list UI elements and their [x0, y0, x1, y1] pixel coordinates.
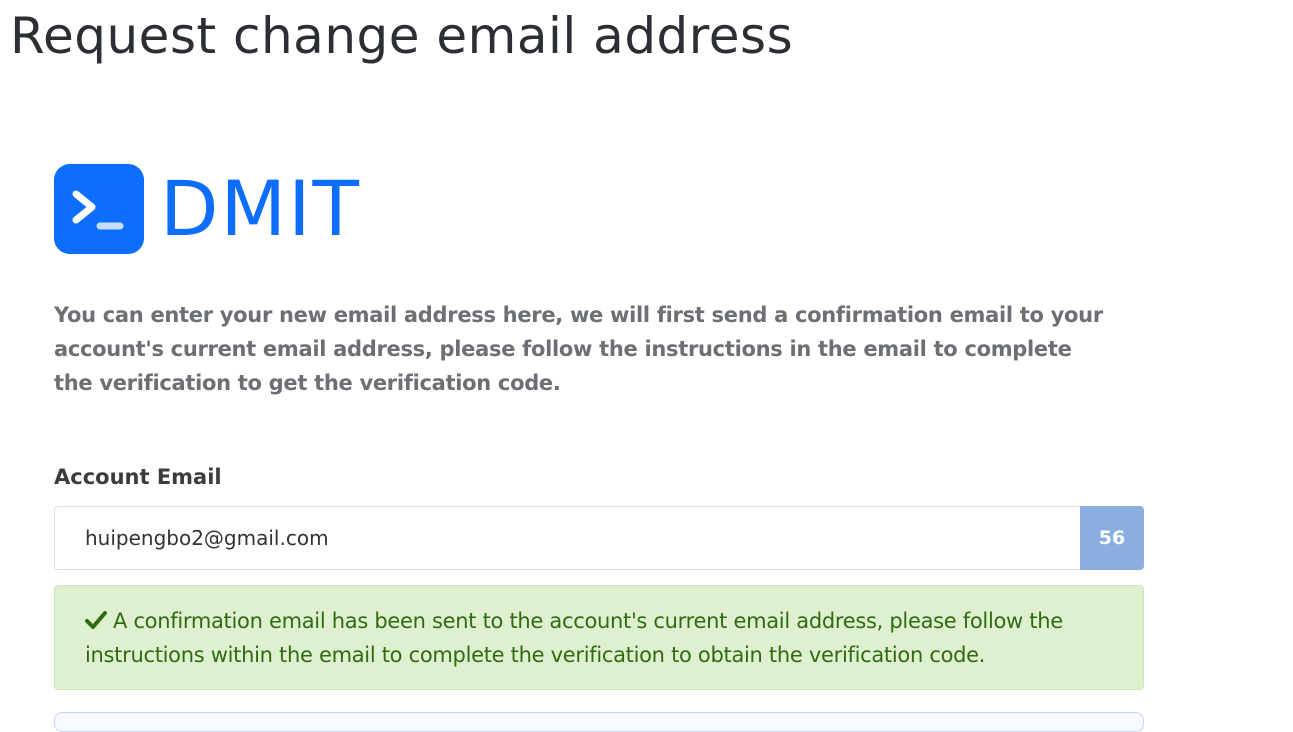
- check-icon: [85, 611, 107, 629]
- dmit-logo: DMIT: [54, 164, 361, 254]
- brand-name: DMIT: [160, 164, 361, 253]
- success-alert: A confirmation email has been sent to th…: [54, 585, 1144, 690]
- intro-text: You can enter your new email address her…: [54, 303, 1103, 395]
- send-code-countdown-button[interactable]: 56: [1080, 506, 1144, 570]
- account-email-label: Account Email: [54, 465, 222, 489]
- next-section-card: [54, 712, 1144, 732]
- alert-message: A confirmation email has been sent to th…: [85, 609, 1063, 667]
- terminal-logo-icon: [54, 164, 144, 254]
- page-title: Request change email address: [10, 7, 794, 65]
- account-email-input[interactable]: [54, 506, 1080, 570]
- email-input-group: 56: [54, 506, 1144, 570]
